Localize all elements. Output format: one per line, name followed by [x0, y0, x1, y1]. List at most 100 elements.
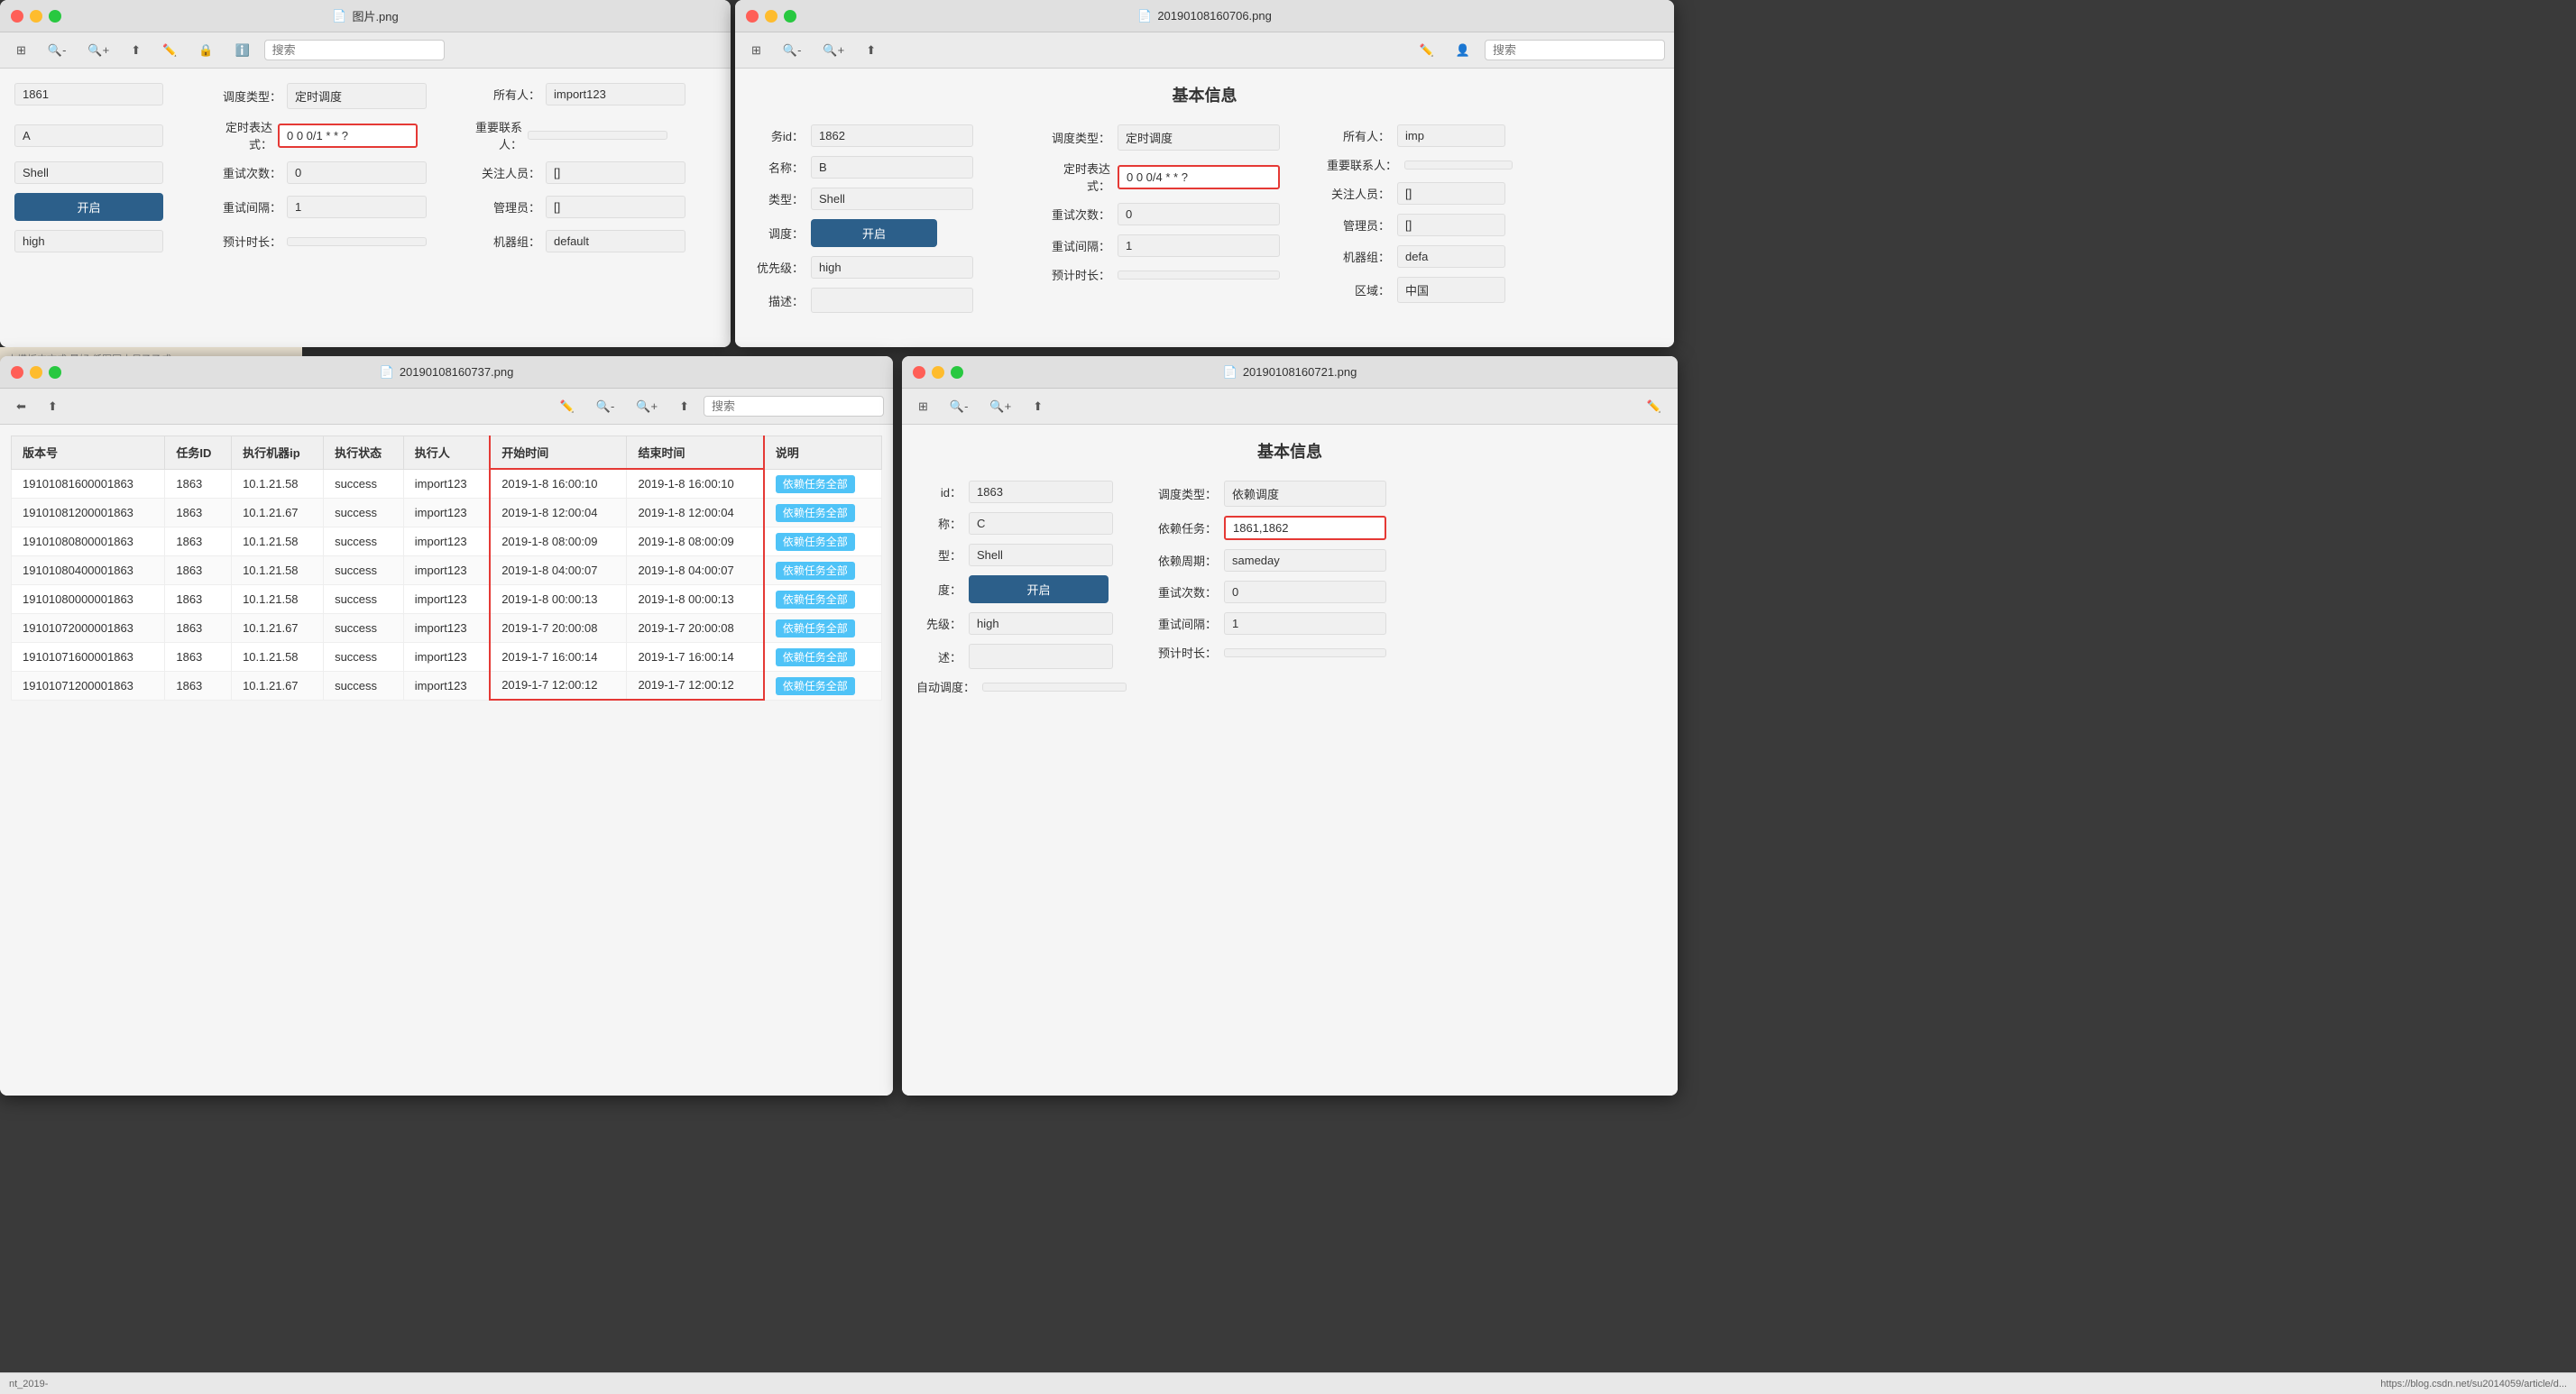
edit-btn-tr[interactable]: ✏️: [1412, 40, 1441, 61]
table-cell: success: [324, 555, 404, 584]
follower-label: 关注人员：: [468, 164, 540, 181]
maximize-btn-bl[interactable]: [49, 366, 61, 379]
toolbar-btn-br1[interactable]: ⊞: [911, 396, 935, 417]
tr-retry-interval-value: 1: [1118, 234, 1280, 257]
table-cell: 1863: [165, 642, 232, 671]
edit-btn-br[interactable]: ✏️: [1640, 396, 1669, 417]
minimize-btn-bl[interactable]: [30, 366, 42, 379]
tr-priority-row: 优先级： high: [750, 256, 1020, 279]
tr-status-btn[interactable]: 开启: [811, 219, 937, 247]
toolbar-btn-tr1[interactable]: ⊞: [744, 40, 768, 61]
form-row-5: high 预计时长： 机器组： default: [14, 230, 716, 252]
maximize-btn-br[interactable]: [951, 366, 963, 379]
status-btn[interactable]: 开启: [14, 193, 163, 221]
form-row-3: Shell 重试次数： 0 关注人员： []: [14, 161, 716, 184]
zoom-in-btn-tr[interactable]: 🔍+: [815, 40, 851, 61]
close-button-tl[interactable]: [11, 10, 23, 23]
content-top-right: 基本信息 务id： 1862 名称： B 类型： Shell 调度： 开启: [735, 69, 1674, 347]
minimize-button-tl[interactable]: [30, 10, 42, 23]
toolbar-btn-bl1[interactable]: ⬅: [9, 396, 33, 417]
table-cell: 19101072000001863: [12, 613, 165, 642]
table-row: 19101081200001863186310.1.21.67successim…: [12, 498, 882, 527]
tr-machine-label: 机器组：: [1327, 248, 1390, 265]
tr-name-label: 名称：: [750, 159, 804, 176]
admin-label: 管理员：: [468, 198, 540, 216]
search-input-bl[interactable]: [704, 396, 884, 417]
table-row: 19101080800001863186310.1.21.58successim…: [12, 527, 882, 555]
table-cell: 2019-1-7 20:00:08: [490, 613, 627, 642]
tr-retry-count-label: 重试次数：: [1038, 206, 1110, 223]
statusbar: nt_2019- https://blog.csdn.net/su2014059…: [0, 1372, 2576, 1394]
table-cell: 依赖任务全部: [764, 642, 882, 671]
zoom-in-btn-bl[interactable]: 🔍+: [629, 396, 665, 417]
info-btn[interactable]: ℹ️: [227, 40, 256, 61]
close-btn-bl[interactable]: [11, 366, 23, 379]
br-auto-value: [982, 683, 1127, 692]
bottom-left-window: 📄 20190108160737.png ⬅ ⬆ ✏️ 🔍- 🔍+ ⬆ 版本号 …: [0, 356, 893, 1096]
close-btn-br[interactable]: [913, 366, 925, 379]
zoom-out-btn-bl[interactable]: 🔍-: [589, 396, 622, 417]
tr-sched-type-row: 调度类型： 定时调度: [1038, 124, 1309, 151]
br-type-value: Shell: [969, 544, 1113, 566]
br-depend-task-row: 依赖任务： 1861,1862: [1145, 516, 1397, 540]
share-btn-tr[interactable]: ⬆: [859, 40, 883, 61]
table-cell: 1863: [165, 613, 232, 642]
share2-btn-bl[interactable]: ⬆: [672, 396, 696, 417]
share-btn-bl[interactable]: ⬆: [41, 396, 65, 417]
maximize-btn-tr[interactable]: [784, 10, 796, 23]
edit-btn-bl[interactable]: ✏️: [553, 396, 582, 417]
br-retry-interval-row: 重试间隔： 1: [1145, 612, 1397, 635]
br-priority-row: 先级： high: [916, 612, 1127, 635]
br-auto-label: 自动调度：: [916, 678, 975, 695]
tr-cron-value[interactable]: 0 0 0/4 * * ?: [1118, 165, 1280, 189]
person-btn-tr[interactable]: 👤: [1449, 40, 1477, 61]
minimize-btn-br[interactable]: [932, 366, 944, 379]
zoom-out-btn-br[interactable]: 🔍-: [943, 396, 976, 417]
traffic-lights-tr: [746, 10, 796, 23]
col-header-version: 版本号: [12, 436, 165, 470]
lock-btn[interactable]: 🔒: [191, 40, 220, 61]
toolbar-top-left: ⊞ 🔍- 🔍+ ⬆ ✏️ 🔒 ℹ️: [0, 32, 731, 69]
admin-value: []: [546, 196, 685, 218]
important-contact-label: 重要联系人：: [459, 118, 522, 152]
minimize-btn-tr[interactable]: [765, 10, 777, 23]
tr-est-dur-value: [1118, 271, 1280, 280]
br-depend-task-value[interactable]: 1861,1862: [1224, 516, 1386, 540]
tr-sched-type-value: 定时调度: [1118, 124, 1280, 151]
table-cell: 2019-1-7 12:00:12: [490, 671, 627, 700]
close-btn-tr[interactable]: [746, 10, 759, 23]
table-cell: 2019-1-8 12:00:04: [490, 498, 627, 527]
zoom-out-btn-tr[interactable]: 🔍-: [776, 40, 809, 61]
cron-value[interactable]: 0 0 0/1 * * ?: [278, 124, 418, 148]
search-input-tr[interactable]: [1485, 40, 1665, 60]
col-header-taskid: 任务ID: [165, 436, 232, 470]
br-status-btn[interactable]: 开启: [969, 575, 1109, 603]
task-id-field: 1861: [14, 83, 195, 105]
br-type-row: 型： Shell: [916, 544, 1127, 566]
table-cell: import123: [403, 498, 490, 527]
share-btn[interactable]: ⬆: [124, 40, 148, 61]
schedule-type-label: 调度类型：: [209, 87, 281, 105]
table-cell: import123: [403, 469, 490, 498]
table-row: 19101081600001863186310.1.21.58successim…: [12, 469, 882, 498]
br-retry-interval-label: 重试间隔：: [1145, 615, 1217, 632]
tr-follower-label: 关注人员：: [1327, 185, 1390, 202]
zoom-in-btn[interactable]: 🔍+: [80, 40, 116, 61]
br-taskid-label: id：: [916, 483, 961, 500]
table-cell: 2019-1-7 12:00:12: [627, 671, 764, 700]
window-title-tl: 📄 图片.png: [332, 7, 399, 24]
titlebar-bottom-right: 📄 20190108160721.png: [902, 356, 1678, 389]
tr-name-row: 名称： B: [750, 156, 1020, 179]
share-btn-br[interactable]: ⬆: [1026, 396, 1050, 417]
table-cell: success: [324, 498, 404, 527]
toolbar-btn-1[interactable]: ⊞: [9, 40, 33, 61]
search-input-tl[interactable]: [264, 40, 445, 60]
maximize-button-tl[interactable]: [49, 10, 61, 23]
cron-label: 定时表达式：: [209, 118, 272, 152]
tr-admin-label: 管理员：: [1327, 216, 1390, 234]
tr-status-row: 调度： 开启: [750, 219, 1020, 247]
edit-btn[interactable]: ✏️: [155, 40, 184, 61]
table-cell: 依赖任务全部: [764, 555, 882, 584]
zoom-in-btn-br[interactable]: 🔍+: [982, 396, 1018, 417]
zoom-out-btn[interactable]: 🔍-: [41, 40, 74, 61]
